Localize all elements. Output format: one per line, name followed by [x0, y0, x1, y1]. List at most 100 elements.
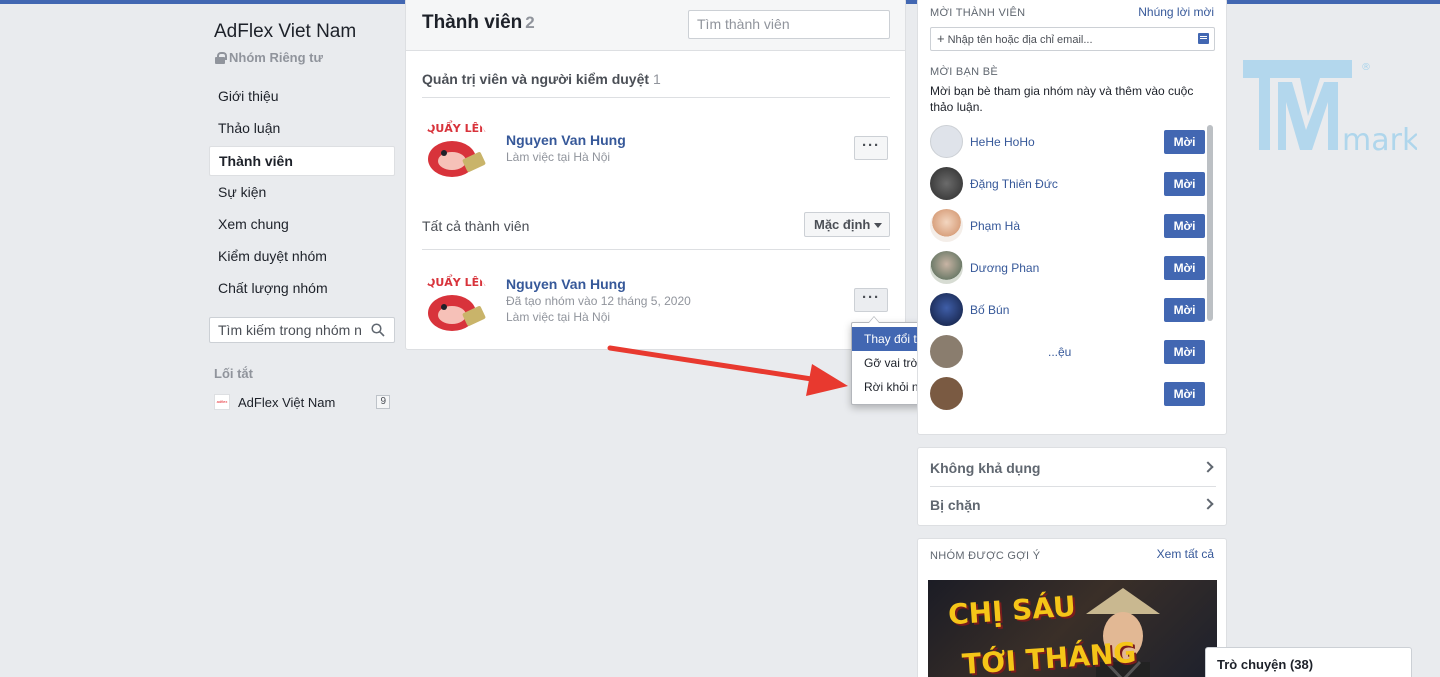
svg-text:®: ® [1361, 62, 1371, 73]
friend-row: Phạm Hà Mời [930, 209, 1206, 243]
invite-button[interactable]: Mời [1164, 340, 1205, 364]
tmark-watermark-logo: mark ® [1243, 60, 1417, 156]
embed-invite-link[interactable]: Nhúng lời mời [1138, 5, 1214, 19]
member-created-date: Đã tạo nhóm vào 12 tháng 5, 2020 [506, 294, 691, 308]
members-count: 2 [525, 13, 535, 32]
friend-row: Đặng Thiên Đức Mời [930, 167, 1206, 201]
friend-name[interactable]: Phạm Hà [970, 219, 1020, 233]
friend-row: Bố Bún Mời [930, 293, 1206, 327]
shortcut-item[interactable]: adflex AdFlex Việt Nam 9 [214, 394, 390, 410]
invite-input-placeholder: Nhập tên hoặc địa chỉ email... [947, 34, 1093, 46]
unavailable-label: Không khả dụng [930, 460, 1041, 476]
admins-heading: Quản trị viên và người kiểm duyệt 1 [422, 71, 661, 87]
friend-name[interactable]: Đặng Thiên Đức [970, 177, 1058, 191]
unavailable-row[interactable]: Không khả dụng [930, 449, 1216, 487]
avatar-sticker-icon: QUẨY LÊN!! [422, 269, 490, 337]
group-privacy: Nhóm Riêng tư [215, 50, 323, 65]
friend-row: HeHe HoHo Mời [930, 125, 1206, 159]
admin-subtitle: Làm việc tại Hà Nội [506, 150, 611, 164]
avatar[interactable] [930, 125, 963, 158]
adflex-logo-icon: adflex [214, 394, 230, 410]
availability-card: Không khả dụng Bị chặn [917, 447, 1227, 526]
friend-name[interactable]: ...ệu [1048, 345, 1071, 359]
lock-icon [215, 51, 227, 64]
admin-more-button[interactable]: ··· [854, 136, 888, 160]
members-header: Thành viên 2 Tìm thành viên [406, 0, 905, 51]
member-name-link[interactable]: Nguyen Van Hung [506, 276, 626, 292]
avatar[interactable] [930, 167, 963, 200]
shortcuts-heading: Lối tắt [214, 366, 253, 381]
members-title-label: Thành viên [422, 12, 523, 33]
nav-item-moderation[interactable]: Kiểm duyệt nhóm [209, 242, 395, 272]
caret-down-icon [874, 223, 883, 229]
blocked-label: Bị chặn [930, 497, 981, 513]
nav-item-about[interactable]: Giới thiệu [209, 82, 395, 112]
sort-dropdown[interactable]: Mặc định [804, 212, 890, 237]
nav-item-discussion[interactable]: Thảo luận [209, 114, 395, 144]
friend-row: Mời [930, 377, 1206, 411]
nav-item-members[interactable]: Thành viên [209, 146, 395, 176]
invite-button[interactable]: Mời [1164, 172, 1205, 196]
group-search-input[interactable]: Tìm kiếm trong nhóm n [209, 317, 395, 343]
all-members-heading: Tất cả thành viên [422, 218, 530, 234]
invite-friends-caption: MỜI BẠN BÈ [930, 66, 999, 78]
avatar-sticker-icon: QUẨY LÊN!! [422, 115, 490, 183]
invite-input[interactable]: + Nhập tên hoặc địa chỉ email... [930, 27, 1215, 51]
invite-card: MỜI THÀNH VIÊN Nhúng lời mời + Nhập tên h… [917, 0, 1227, 435]
admins-heading-label: Quản trị viên và người kiểm duyệt [422, 71, 650, 87]
chevron-right-icon [1202, 461, 1214, 473]
chat-label: Trò chuyện (38) [1217, 657, 1314, 672]
see-all-link[interactable]: Xem tất cả [1157, 547, 1214, 561]
svg-text:QUẨY LÊN!!: QUẨY LÊN!! [426, 274, 490, 289]
avatar[interactable] [930, 251, 963, 284]
member-more-button[interactable]: ··· [854, 288, 888, 312]
nav-item-events[interactable]: Sự kiện [209, 178, 395, 208]
invite-button[interactable]: Mời [1164, 298, 1205, 322]
suggested-image-text: CHỊ SÁU [947, 589, 1077, 632]
avatar[interactable]: QUẨY LÊN!! [422, 115, 490, 183]
invite-members-caption: MỜI THÀNH VIÊN [930, 7, 1026, 19]
invite-friends-description: Mời bạn bè tham gia nhóm này và thêm vào… [930, 84, 1194, 114]
friends-scrollbar[interactable] [1207, 125, 1213, 321]
invite-button[interactable]: Mời [1164, 382, 1205, 406]
admins-count: 1 [653, 71, 661, 87]
friend-name[interactable]: HeHe HoHo [970, 135, 1035, 149]
group-nav: Giới thiệu Thảo luận Thành viên Sự kiện … [209, 82, 395, 306]
svg-text:mark: mark [1342, 123, 1417, 156]
search-icon[interactable] [371, 323, 385, 337]
friend-row: ...ệu Mời [930, 335, 1206, 369]
suggested-caption: NHÓM ĐƯỢC GỢI Ý [930, 550, 1041, 562]
nav-item-watch-party[interactable]: Xem chung [209, 210, 395, 240]
nav-item-group-quality[interactable]: Chất lượng nhóm [209, 274, 395, 304]
members-title: Thành viên 2 [422, 12, 535, 34]
shortcut-count-badge: 9 [376, 395, 390, 409]
chevron-right-icon [1202, 498, 1214, 510]
members-card: Thành viên 2 Tìm thành viên Quản trị viên… [405, 0, 906, 350]
avatar[interactable] [930, 377, 963, 410]
plus-icon: + [937, 31, 945, 46]
note-icon[interactable] [1198, 33, 1209, 44]
friend-name[interactable]: Bố Bún [970, 303, 1009, 317]
invite-button[interactable]: Mời [1164, 130, 1205, 154]
suggested-group-image[interactable]: CHỊ SÁU TỚI THÁNG [928, 580, 1217, 677]
friend-name[interactable]: Dương Phan [970, 261, 1039, 275]
privacy-label: Nhóm Riêng tư [229, 50, 323, 65]
avatar[interactable]: QUẨY LÊN!! [422, 269, 490, 337]
member-search-input[interactable]: Tìm thành viên [688, 10, 890, 39]
invite-button[interactable]: Mời [1164, 214, 1205, 238]
admin-name-link[interactable]: Nguyen Van Hung [506, 132, 626, 148]
svg-text:QUẨY LÊN!!: QUẨY LÊN!! [426, 120, 490, 135]
friend-row: Dương Phan Mời [930, 251, 1206, 285]
divider [422, 249, 890, 250]
divider [422, 97, 890, 98]
sort-dropdown-label: Mặc định [814, 217, 871, 232]
member-workplace: Làm việc tại Hà Nội [506, 310, 611, 324]
chat-bar[interactable]: Trò chuyện (38) [1205, 647, 1412, 677]
blocked-row[interactable]: Bị chặn [930, 486, 1216, 524]
avatar[interactable] [930, 209, 963, 242]
group-title[interactable]: AdFlex Viet Nam [214, 21, 356, 43]
suggested-groups-card: NHÓM ĐƯỢC GỢI Ý Xem tất cả CHỊ SÁU TỚI T… [917, 538, 1227, 677]
invite-button[interactable]: Mời [1164, 256, 1205, 280]
avatar[interactable] [930, 293, 963, 326]
avatar[interactable] [930, 335, 963, 368]
